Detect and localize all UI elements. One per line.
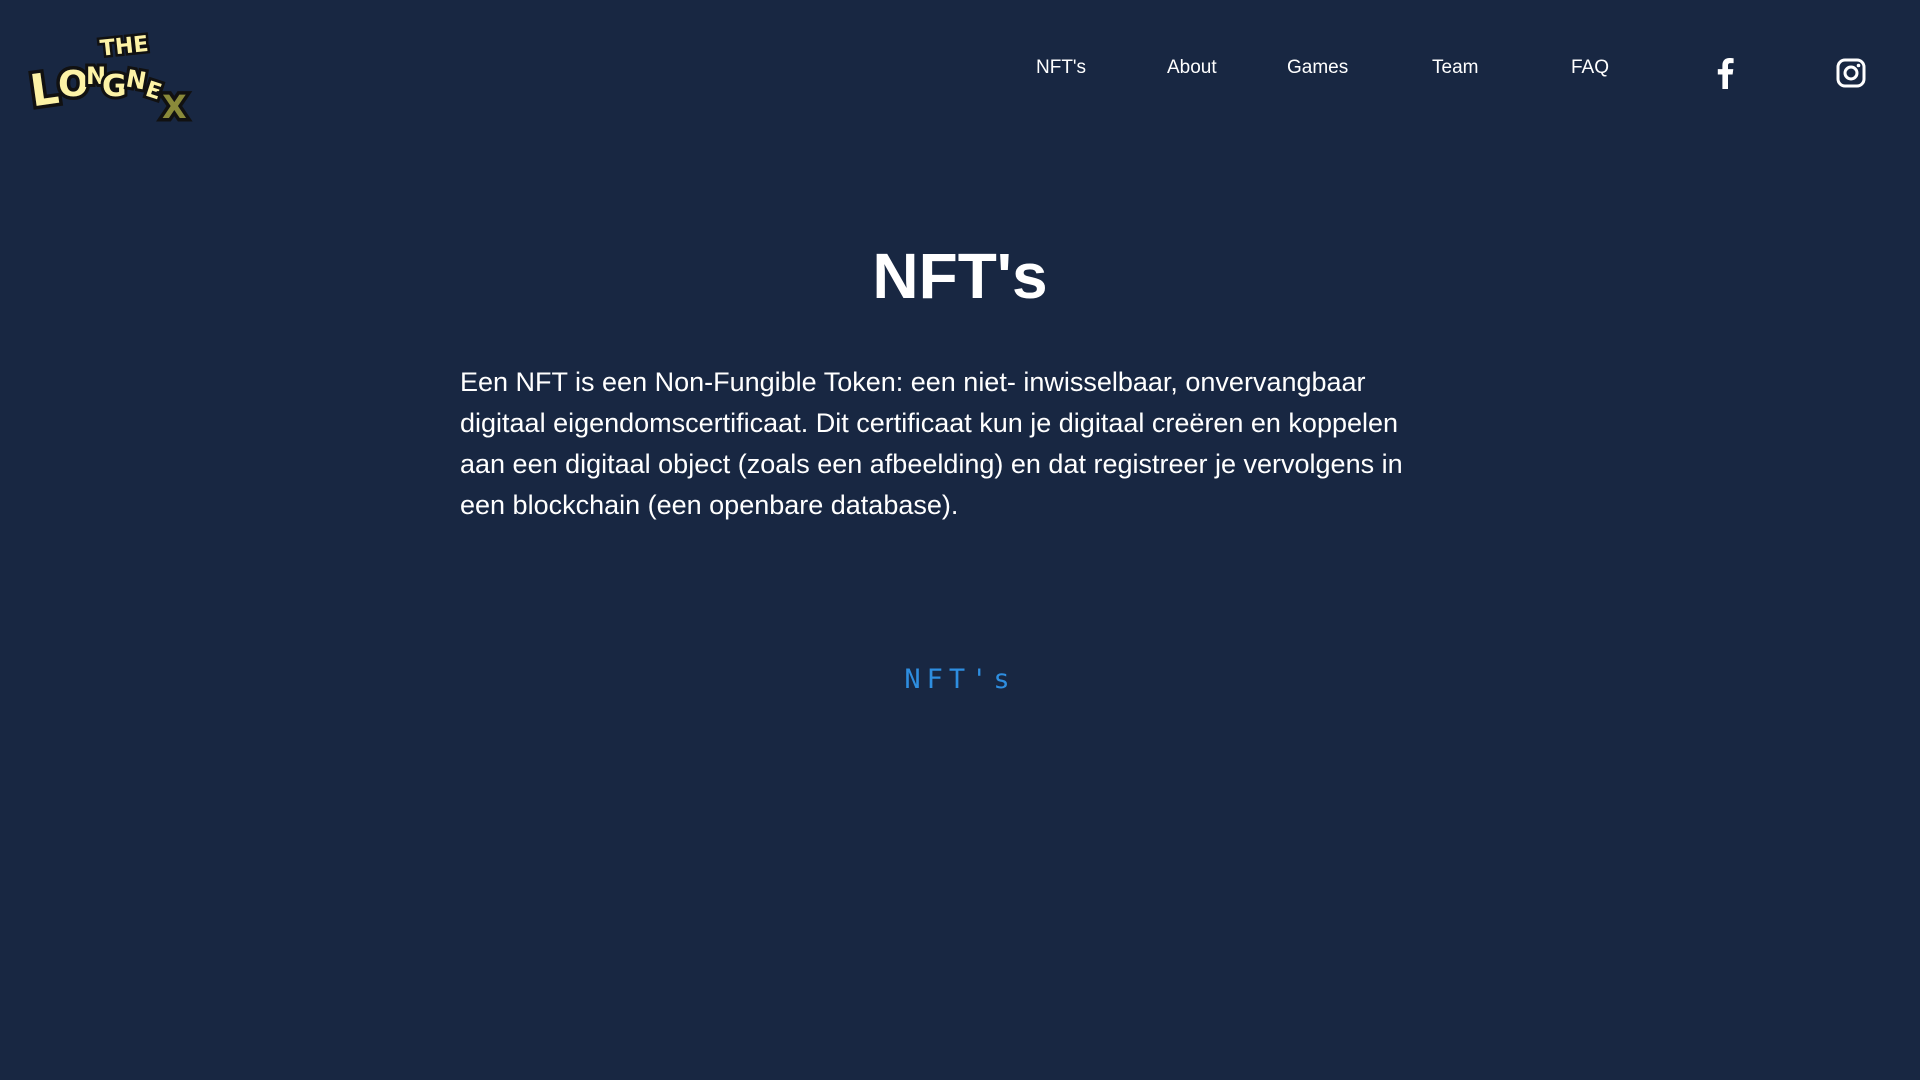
nav-item-faq[interactable]: FAQ: [1571, 57, 1609, 79]
nav-item-nfts[interactable]: NFT's: [1036, 57, 1086, 79]
intro-paragraph: Een NFT is een Non-Fungible Token: een n…: [460, 367, 1403, 520]
svg-text:O: O: [58, 64, 89, 105]
logo-graphic: THE L O N G N E X: [28, 29, 191, 122]
nav-item-about[interactable]: About: [1167, 57, 1217, 79]
svg-text:THE: THE: [99, 32, 150, 62]
svg-text:X: X: [162, 88, 187, 122]
svg-text:L: L: [28, 63, 62, 117]
section-label: NFT's: [904, 664, 1016, 695]
nav-item-team[interactable]: Team: [1432, 57, 1478, 79]
nav-item-games[interactable]: Games: [1287, 57, 1348, 79]
svg-text:G: G: [102, 69, 127, 104]
facebook-icon: [1717, 58, 1734, 89]
facebook-link[interactable]: [1708, 56, 1742, 90]
instagram-link[interactable]: [1834, 56, 1868, 90]
page: THE L O N G N E X NFT's About Games Team…: [0, 0, 1920, 1080]
instagram-icon: [1836, 58, 1866, 88]
page-title: NFT's: [872, 240, 1048, 312]
site-logo[interactable]: THE L O N G N E X: [28, 26, 204, 122]
